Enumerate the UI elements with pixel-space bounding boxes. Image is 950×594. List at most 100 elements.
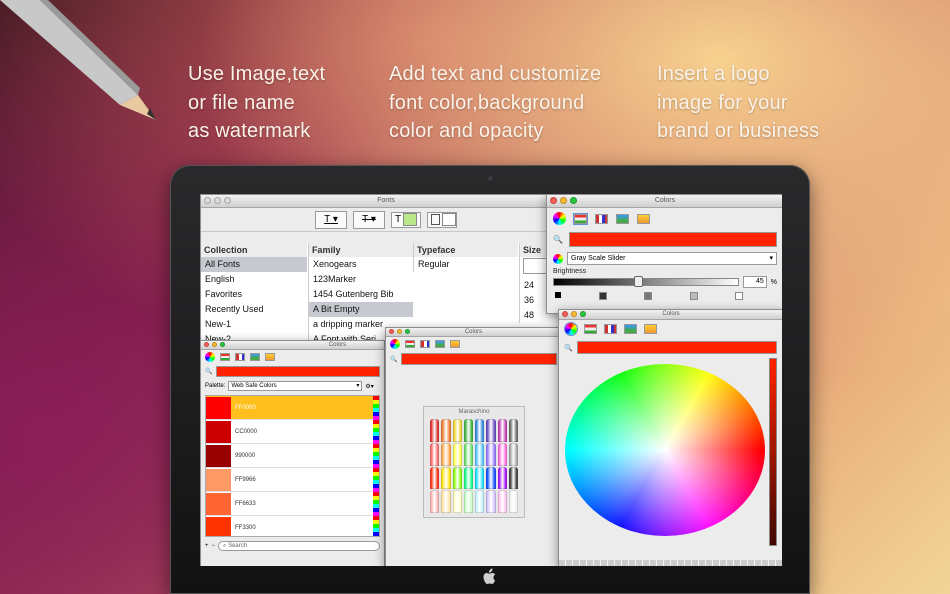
color-wheel[interactable] [565, 364, 765, 536]
crayon[interactable] [463, 466, 473, 490]
crayon[interactable] [452, 419, 462, 442]
crayon[interactable] [430, 490, 440, 513]
crayon[interactable] [463, 442, 473, 466]
color-wheel-icon[interactable] [205, 352, 215, 362]
gray-swatch[interactable] [689, 292, 698, 300]
brightness-slider[interactable] [553, 276, 739, 287]
image-palette-icon[interactable] [250, 353, 260, 361]
family-item[interactable]: 1454 Gutenberg Bib [309, 287, 413, 302]
family-item[interactable]: A Bit Empty [309, 302, 413, 317]
crayons-icon[interactable] [637, 213, 650, 224]
swatch-row[interactable]: FF3300 [206, 516, 379, 536]
text-color-button[interactable]: T [391, 211, 421, 228]
family-item[interactable]: 123Marker [309, 272, 413, 287]
crayon[interactable] [475, 490, 485, 513]
current-color-well[interactable] [568, 232, 777, 247]
strikethrough-button[interactable]: T ▾ [353, 210, 385, 229]
crayon[interactable] [452, 466, 462, 490]
palette-search[interactable]: ⌕ Search [218, 541, 380, 551]
crayon[interactable] [508, 442, 518, 466]
current-color-well[interactable] [216, 366, 380, 377]
current-color-well[interactable] [576, 341, 777, 354]
palette-icon[interactable] [604, 324, 617, 334]
gray-swatch[interactable] [644, 292, 652, 300]
sliders-icon[interactable] [584, 324, 597, 334]
crayon[interactable] [441, 442, 451, 466]
current-color-well[interactable] [401, 353, 557, 365]
crayon[interactable] [430, 419, 440, 442]
swatch-chip [206, 420, 231, 443]
crayon[interactable] [441, 419, 451, 442]
color-wheel-icon[interactable] [553, 212, 566, 225]
collection-item[interactable]: New-1 [201, 317, 307, 332]
crayon[interactable] [463, 490, 473, 513]
swatch-row[interactable]: CC0000 [206, 420, 379, 444]
typeface-item[interactable]: Regular [414, 257, 518, 272]
crayons-icon[interactable] [644, 324, 657, 334]
crayon[interactable] [497, 419, 507, 442]
crayon[interactable] [497, 466, 507, 490]
magnifier-icon[interactable]: 🔍 [553, 235, 563, 244]
image-palette-icon[interactable] [624, 324, 637, 334]
sliders-icon[interactable] [405, 340, 415, 348]
sliders-icon[interactable] [220, 353, 230, 361]
collection-item[interactable]: Recently Used [201, 302, 307, 317]
color-wheel-icon[interactable] [390, 339, 400, 349]
collection-item[interactable]: Favorites [201, 287, 307, 302]
gear-icon[interactable]: ⚙▾ [365, 383, 373, 390]
crayon[interactable] [486, 466, 496, 490]
image-palette-icon[interactable] [616, 213, 629, 224]
crayon-grid[interactable] [430, 419, 518, 513]
crayon[interactable] [452, 442, 462, 466]
crayon[interactable] [441, 466, 451, 490]
crayon[interactable] [475, 442, 485, 466]
crayon[interactable] [475, 419, 485, 442]
crayon[interactable] [508, 490, 518, 513]
palette-select[interactable]: Web Safe Colors ▾ [228, 381, 363, 391]
image-palette-icon[interactable] [435, 340, 445, 348]
crayon[interactable] [430, 466, 440, 490]
crayon[interactable] [452, 490, 462, 513]
crayon[interactable] [497, 442, 507, 466]
magnifier-icon[interactable]: 🔍 [564, 344, 573, 352]
swatch-row[interactable]: 990000 [206, 444, 379, 468]
collection-item[interactable]: All Fonts [201, 257, 307, 272]
brightness-strip[interactable] [769, 358, 777, 546]
crayon[interactable] [441, 490, 451, 513]
colors-palette-title: Colors [328, 342, 347, 348]
palette-icon[interactable] [420, 340, 430, 348]
document-color-button[interactable] [427, 211, 457, 228]
palette-icon[interactable] [235, 353, 245, 361]
crayon[interactable] [508, 466, 518, 490]
remove-icon[interactable]: − [212, 543, 216, 549]
crayon[interactable] [486, 490, 496, 513]
crayon[interactable] [508, 419, 518, 442]
crayon[interactable] [475, 466, 485, 490]
collection-item[interactable]: English [201, 272, 307, 287]
crayons-icon[interactable] [450, 340, 460, 348]
add-icon[interactable]: + [205, 543, 209, 549]
brightness-input[interactable]: 45 [742, 276, 767, 288]
underline-button[interactable]: T ▾ [315, 210, 347, 229]
palette-icon[interactable] [595, 213, 608, 224]
family-item[interactable]: Xenogears [309, 257, 413, 272]
crayon[interactable] [486, 442, 496, 466]
slider-mode-select[interactable]: Gray Scale Slider ▾ [567, 252, 777, 265]
crayon[interactable] [430, 442, 440, 466]
gray-swatch[interactable] [735, 292, 743, 300]
crayon[interactable] [497, 490, 507, 513]
swatch-row[interactable]: FF6633 [206, 492, 379, 516]
gray-swatch[interactable] [555, 292, 561, 298]
slider-knob[interactable] [633, 276, 643, 287]
sliders-icon[interactable] [573, 212, 588, 225]
crayon[interactable] [463, 419, 473, 442]
magnifier-icon[interactable]: 🔍 [390, 356, 397, 363]
gray-swatch[interactable] [598, 292, 607, 300]
crayon[interactable] [486, 419, 496, 442]
color-wheel-icon[interactable] [564, 322, 578, 336]
crayons-icon[interactable] [265, 353, 275, 361]
magnifier-icon[interactable]: 🔍 [205, 368, 212, 375]
swatch-row[interactable]: FF0000 [206, 396, 379, 420]
swatch-row[interactable]: FF9966 [206, 468, 379, 492]
colors-slider-title: Colors [654, 197, 676, 204]
